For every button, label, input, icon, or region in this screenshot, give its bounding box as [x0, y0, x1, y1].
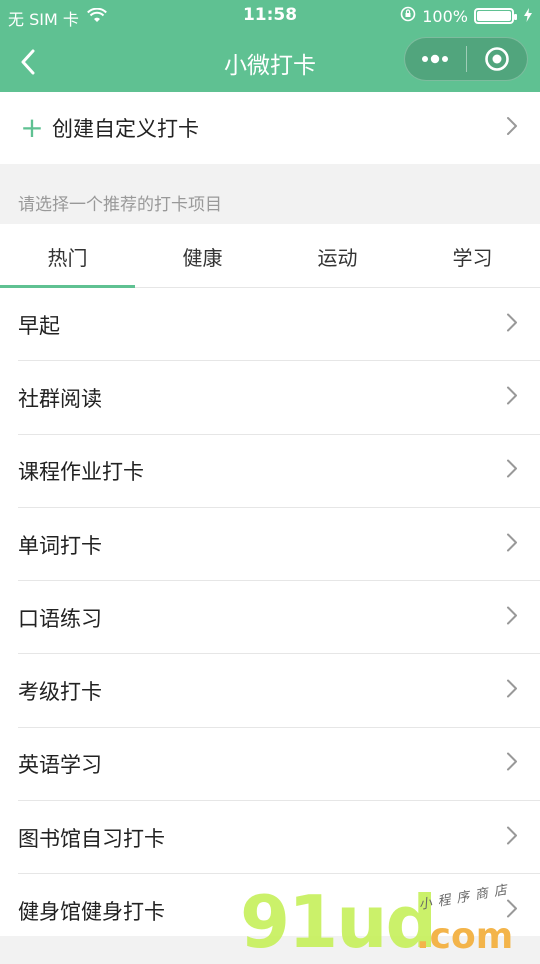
chevron-right-icon [506, 752, 518, 777]
orientation-lock-icon [400, 6, 416, 26]
tab-health[interactable]: 健康 [135, 224, 270, 287]
chevron-right-icon [506, 116, 518, 140]
list-item-label: 早起 [18, 313, 60, 338]
section-hint: 请选择一个推荐的打卡项目 [0, 164, 540, 224]
list-item-label: 考级打卡 [18, 680, 102, 705]
plus-icon: + [20, 111, 44, 144]
list-item-label: 图书馆自习打卡 [18, 826, 165, 851]
target-circle-icon [484, 47, 509, 71]
tab-sports[interactable]: 运动 [270, 224, 405, 287]
list-item[interactable]: 单词打卡 [0, 508, 540, 582]
more-dots-icon [422, 54, 449, 64]
chevron-right-icon [506, 825, 518, 850]
bottom-strip [0, 936, 540, 960]
tab-study[interactable]: 学习 [405, 224, 540, 287]
create-custom-label: 创建自定义打卡 [52, 117, 199, 141]
status-right: 100% [400, 6, 532, 26]
chevron-right-icon [506, 532, 518, 557]
close-button[interactable] [467, 38, 528, 80]
list-item-label: 课程作业打卡 [18, 460, 144, 485]
list-item-label: 英语学习 [18, 753, 102, 778]
list-item[interactable]: 英语学习 [0, 728, 540, 802]
mini-program-capsule [404, 37, 528, 81]
status-bar: 无 SIM 卡 11:58 100% [0, 0, 540, 32]
tab-popular[interactable]: 热门 [0, 224, 135, 288]
list-item-label: 口语练习 [18, 606, 102, 631]
list-item[interactable]: 图书馆自习打卡 [0, 801, 540, 875]
list-item[interactable]: 社群阅读 [0, 361, 540, 435]
list-item[interactable]: 口语练习 [0, 581, 540, 655]
list-item-label: 社群阅读 [18, 386, 102, 411]
battery-icon [474, 8, 517, 24]
battery-percent: 100% [422, 6, 468, 26]
chevron-right-icon [506, 899, 518, 924]
charging-icon [524, 7, 532, 26]
checkin-list: 早起 社群阅读 课程作业打卡 单词打卡 口语练习 考级打卡 英语学习 图书馆自习… [0, 288, 540, 948]
list-item-label: 单词打卡 [18, 533, 102, 558]
list-item-label: 健身馆健身打卡 [18, 900, 165, 925]
chevron-right-icon [506, 312, 518, 337]
list-item[interactable]: 早起 [0, 288, 540, 362]
list-item[interactable]: 课程作业打卡 [0, 435, 540, 508]
category-tabs: 热门 健康 运动 学习 [0, 224, 540, 288]
chevron-right-icon [506, 385, 518, 410]
create-custom-checkin-row[interactable]: + 创建自定义打卡 [0, 92, 540, 164]
more-button[interactable] [405, 38, 466, 80]
navigation-bar: 小微打卡 [0, 32, 540, 92]
chevron-right-icon [506, 605, 518, 630]
chevron-right-icon [506, 459, 518, 484]
list-item[interactable]: 考级打卡 [0, 654, 540, 728]
chevron-right-icon [506, 679, 518, 704]
